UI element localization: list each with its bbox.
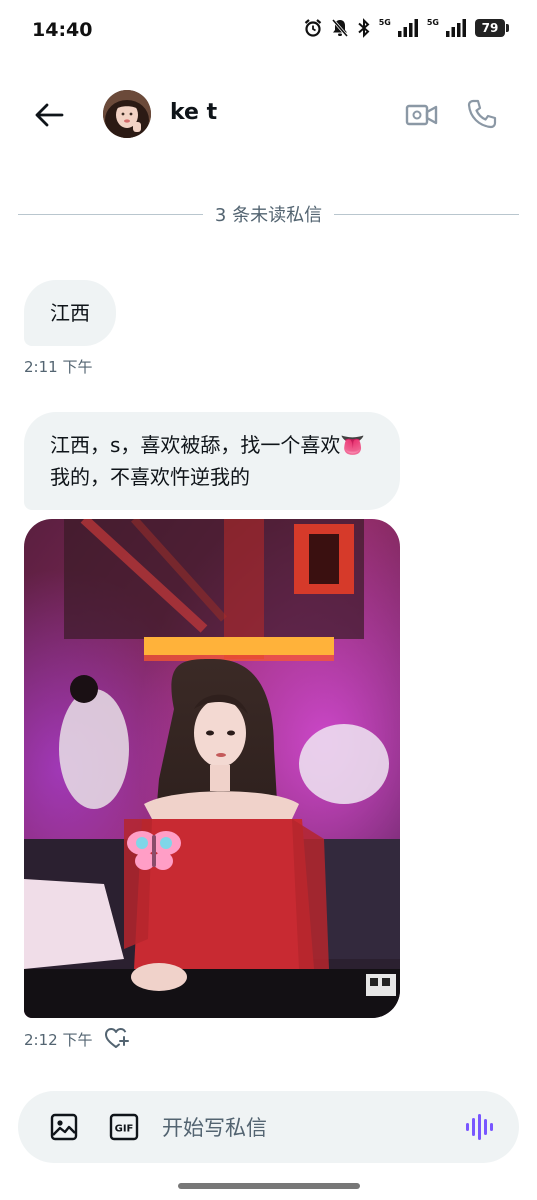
signal-icon xyxy=(397,19,419,37)
message-bubble[interactable]: 江西 xyxy=(24,280,116,346)
arrow-left-icon xyxy=(35,103,64,127)
conversation-header: ke t xyxy=(0,80,537,148)
divider-line-right xyxy=(334,213,519,215)
unread-count-label: 3 条未读私信 xyxy=(214,205,323,226)
phone-icon xyxy=(467,99,497,129)
bluetooth-icon xyxy=(357,18,371,38)
video-camera-icon xyxy=(405,104,438,126)
status-time: 14:40 xyxy=(32,19,93,41)
message-input[interactable] xyxy=(160,1109,454,1147)
image-icon xyxy=(50,1113,78,1141)
signal-icon xyxy=(445,19,467,37)
voice-call-button[interactable] xyxy=(464,96,500,132)
bell-off-icon xyxy=(331,18,349,38)
voice-message-button[interactable] xyxy=(462,1111,496,1143)
video-call-button[interactable] xyxy=(404,98,440,132)
message-photo[interactable] xyxy=(24,519,400,1018)
contact-name[interactable]: ke t xyxy=(170,100,217,125)
add-gif-button[interactable]: GIF xyxy=(108,1111,140,1143)
status-icons: 5G 5G 79 xyxy=(303,18,509,38)
unread-divider: 3 条未读私信 xyxy=(18,200,519,228)
message-timestamp: 2:11 下午 xyxy=(24,358,93,376)
battery-indicator: 79 xyxy=(475,19,509,37)
gif-label: GIF xyxy=(115,1124,134,1135)
alarm-icon xyxy=(303,18,323,38)
home-indicator[interactable] xyxy=(178,1183,360,1189)
heart-plus-icon[interactable] xyxy=(104,1026,130,1050)
network-type-1: 5G xyxy=(378,17,391,27)
battery-level: 79 xyxy=(475,19,505,37)
message-timestamp: 2:12 下午 xyxy=(24,1031,93,1049)
status-bar: 14:40 5G 5G 79 xyxy=(0,0,537,64)
divider-line-left xyxy=(18,213,203,215)
back-button[interactable] xyxy=(30,96,68,134)
compose-bar: GIF xyxy=(18,1091,519,1163)
message-bubble[interactable]: 江西，s，喜欢被舔，找一个喜欢👅我的，不喜欢忤逆我的 xyxy=(24,412,400,510)
avatar[interactable] xyxy=(103,90,151,138)
network-type-2: 5G xyxy=(426,17,439,27)
add-image-button[interactable] xyxy=(48,1111,80,1143)
battery-tip xyxy=(506,24,509,32)
voice-wave-icon xyxy=(466,1114,493,1140)
